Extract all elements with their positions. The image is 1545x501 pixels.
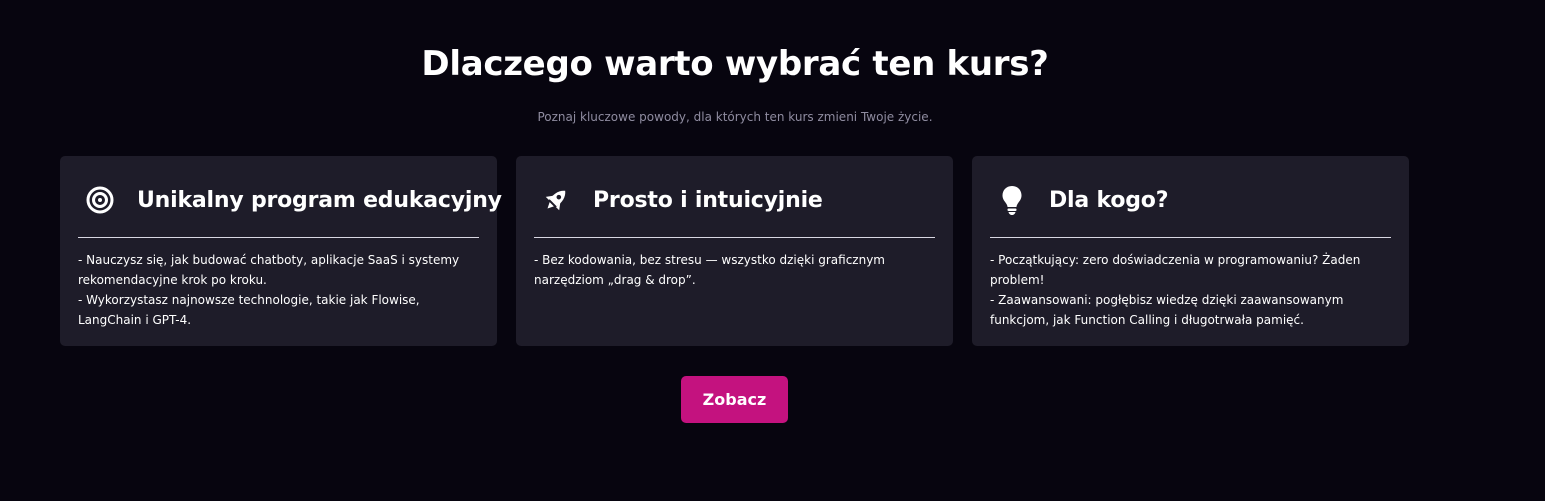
card-divider (990, 237, 1391, 238)
card-title: Unikalny program edukacyjny (137, 187, 502, 213)
lightbulb-icon (996, 184, 1028, 216)
card-text-line: - Wykorzystasz najnowsze technologie, ta… (78, 293, 420, 327)
features-section: Dlaczego warto wybrać ten kurs? Poznaj k… (0, 0, 1545, 501)
feature-card-who-for: Dla kogo? - Początkujący: zero doświadcz… (972, 156, 1409, 346)
card-title: Prosto i intuicyjnie (593, 187, 823, 213)
card-title: Dla kogo? (1049, 187, 1169, 213)
card-body: - Bez kodowania, bez stresu — wszystko d… (534, 250, 937, 290)
card-text-line: - Nauczysz się, jak budować chatboty, ap… (78, 253, 460, 287)
card-text-line: - Zaawansowani: pogłębisz wiedzę dzięki … (990, 293, 1344, 327)
card-text-line: - Bez kodowania, bez stresu — wszystko d… (534, 253, 885, 287)
card-header: Prosto i intuicyjnie (540, 182, 823, 218)
target-icon (84, 184, 116, 216)
feature-card-unique-program: Unikalny program edukacyjny - Nauczysz s… (60, 156, 502, 346)
card-text-line: - Początkujący: zero doświadczenia w pro… (990, 253, 1361, 287)
card-divider (78, 237, 479, 238)
card-header: Unikalny program edukacyjny (84, 182, 502, 218)
rocket-icon (540, 184, 572, 216)
section-subtitle: Poznaj kluczowe powody, dla których ten … (537, 110, 933, 124)
card-divider (534, 237, 935, 238)
see-more-button[interactable]: Zobacz (681, 376, 788, 423)
section-title: Dlaczego warto wybrać ten kurs? (421, 44, 1049, 84)
feature-card-simple-intuitive: Prosto i intuicyjnie - Bez kodowania, be… (516, 156, 953, 346)
card-body: - Początkujący: zero doświadczenia w pro… (990, 250, 1393, 330)
card-body: - Nauczysz się, jak budować chatboty, ap… (78, 250, 481, 330)
card-header: Dla kogo? (996, 182, 1168, 218)
